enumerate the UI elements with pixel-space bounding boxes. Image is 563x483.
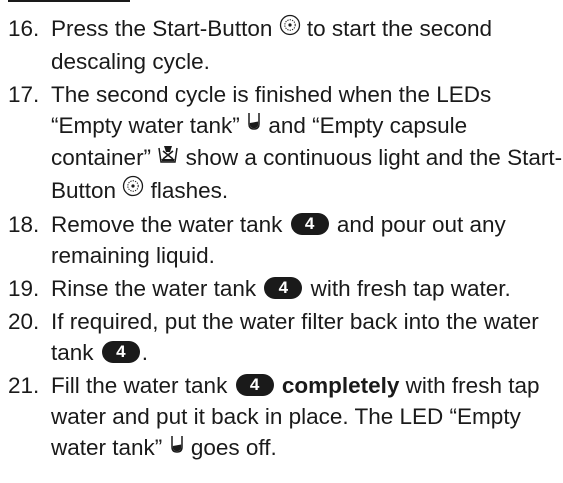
step-number: 19.: [8, 276, 40, 302]
part-number-badge: 4: [235, 374, 274, 397]
step-20: 20. If required, put the water filter ba…: [0, 306, 563, 368]
water-tank-icon: [169, 432, 185, 463]
part-number-badge: 4: [101, 341, 140, 364]
step-18: 18. Remove the water tank 4 and pour out…: [0, 209, 563, 271]
start-button-icon: [279, 13, 301, 44]
step-text: goes off.: [190, 435, 277, 461]
capsule-container-icon: [157, 142, 179, 173]
step-text: Fill the water tank: [51, 373, 228, 399]
step-16: 16. Press the Start-Button to start the …: [0, 13, 563, 77]
step-text: flashes.: [150, 177, 229, 203]
section-heading-underline: [8, 0, 130, 2]
manual-page: 16. Press the Start-Button to start the …: [0, 0, 563, 483]
emphasis-text: completely: [281, 373, 400, 399]
step-21: 21. Fill the water tank 4 completely wit…: [0, 370, 563, 465]
step-text: Rinse the water tank: [51, 276, 257, 302]
start-button-icon: [122, 174, 144, 205]
step-number: 20.: [8, 309, 40, 335]
step-number: 18.: [8, 212, 40, 238]
step-text: Remove the water tank: [51, 212, 283, 238]
step-number: 17.: [8, 81, 40, 107]
part-number-badge: 4: [264, 277, 303, 300]
step-text: Press the Start-Button: [51, 16, 273, 41]
water-tank-icon: [246, 109, 262, 140]
step-text: with fresh tap water.: [310, 276, 511, 302]
step-17: 17. The second cycle is finished when th…: [0, 79, 563, 208]
step-number: 16.: [8, 16, 40, 41]
descaling-steps-list: 16. Press the Start-Button to start the …: [0, 13, 563, 465]
part-number-badge: 4: [290, 213, 329, 236]
step-number: 21.: [8, 373, 40, 399]
step-text: .: [141, 340, 149, 366]
step-19: 19. Rinse the water tank 4 with fresh ta…: [0, 273, 563, 304]
